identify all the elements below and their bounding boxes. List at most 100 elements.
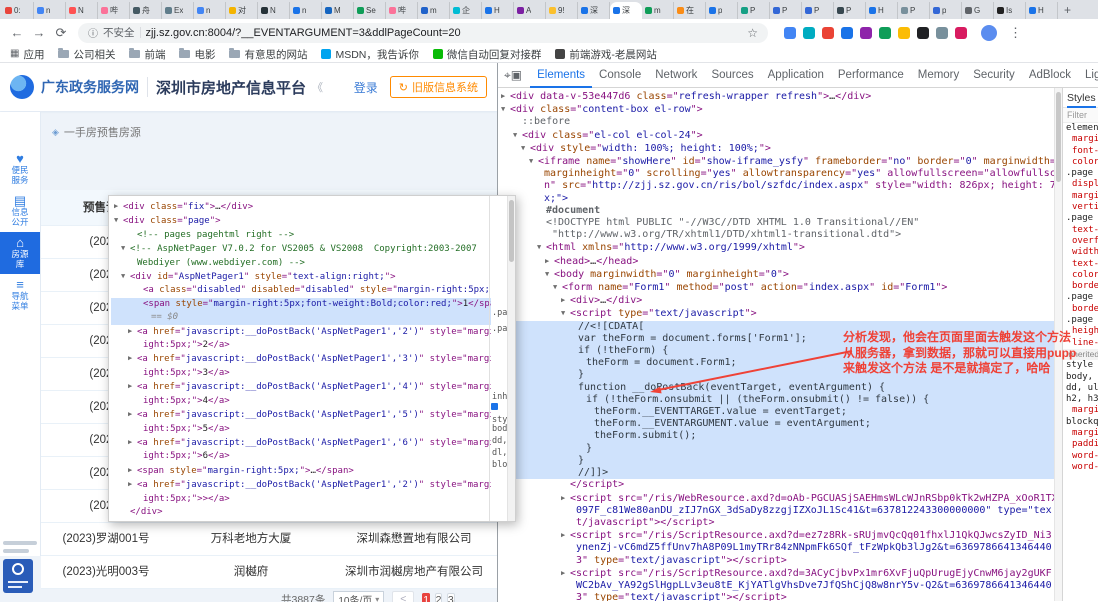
code-line[interactable]: </div> [111,506,491,519]
code-line[interactable]: ▶<a href="javascript:__doPostBack('AspNe… [111,380,491,394]
code-line[interactable]: ▼<div id="AspNetPager1" style="text-alig… [111,270,491,284]
forward-icon[interactable]: → [30,25,48,40]
extension-icon[interactable] [917,27,929,39]
code-line[interactable]: ▼<div class="el-col el-col-24"> [498,129,1054,142]
extension-icon[interactable] [898,27,910,39]
scrollbar-thumb[interactable] [1056,92,1061,182]
bookmark-item[interactable]: MSDN，我告诉你 [321,47,418,62]
bookmark-item[interactable]: ▦应用 [10,47,44,62]
code-line[interactable]: 3" type="text/javascript"></script> [498,592,1054,601]
page-button[interactable]: 1 [422,593,430,602]
browser-tab[interactable]: A [514,2,546,19]
collapse-chevron-icon[interactable]: 《 [312,79,323,95]
bookmark-item[interactable]: 前端游戏-老晨网站 [555,47,657,62]
code-line[interactable]: ▶<script src="/ris/WebResource.axd?d=oAb… [498,492,1054,505]
devtools-tab-console[interactable]: Console [592,63,648,88]
code-line[interactable]: function __doPostBack(eventTarget, event… [498,382,1054,394]
code-line[interactable]: ▶<div class="fix">…</div> [111,200,491,214]
code-line[interactable]: ▶<script src="/ris/ScriptResource.axd?d=… [498,567,1054,580]
browser-tab[interactable]: P [834,2,866,19]
code-line[interactable]: ::before [498,116,1054,128]
code-line[interactable]: ▶<a href="javascript:__doPostBack('AspNe… [111,436,491,450]
extension-icon[interactable] [822,27,834,39]
extension-icon[interactable] [955,27,967,39]
table-row[interactable]: (2023)罗湖001号万科老地方大厦深圳森懋置地有限公司 [41,523,497,556]
expand-arrow-icon[interactable]: ▶ [561,294,570,306]
styles-tab[interactable]: Styles [1067,88,1096,108]
url-text[interactable]: zjj.sz.gov.cn:8004/?__EVENTARGUMENT=3&dd… [146,27,743,39]
expand-arrow-icon[interactable]: ▶ [128,478,137,491]
expand-arrow-icon[interactable]: ▼ [513,129,522,141]
code-line[interactable]: <!-- pages pagehtml right --> [111,229,491,242]
prev-page-button[interactable]: < [392,591,414,602]
code-line[interactable]: ▶<span style="margin-right:5px;">…</span… [111,464,491,478]
code-line[interactable]: ▼<iframe name="showHere" id="show-iframe… [498,155,1054,168]
browser-tab[interactable]: N [258,2,290,19]
code-line[interactable]: "http://www.w3.org/TR/xhtml1/DTD/xhtml1-… [498,229,1054,241]
page-button[interactable]: 3 [447,593,455,602]
bookmark-star-icon[interactable]: ☆ [747,26,758,40]
code-line[interactable]: x;"> [498,193,1054,205]
code-line[interactable]: ▼<body marginwidth="0" marginheight="0"> [498,268,1054,281]
code-line[interactable]: ▶<a href="javascript:__doPostBack('AspNe… [111,325,491,339]
expand-arrow-icon[interactable]: ▼ [561,307,570,319]
reload-icon[interactable]: ⟳ [52,25,70,41]
code-line[interactable]: </script> [498,479,1054,491]
expand-arrow-icon[interactable]: ▼ [537,241,546,253]
expand-arrow-icon[interactable]: ▶ [128,325,137,338]
expand-arrow-icon[interactable]: ▶ [128,436,137,449]
code-line[interactable]: Webdiyer (www.webdiyer.com) --> [111,257,491,270]
browser-tab[interactable]: H [866,2,898,19]
code-line[interactable]: t/javascript"></script> [498,517,1054,529]
browser-tab[interactable]: Ex [162,2,194,19]
legacy-system-button[interactable]: ↻ 旧版信息系统 [390,76,487,98]
devtools-tab-lighthouse[interactable]: Lighthouse [1078,63,1098,88]
code-line[interactable]: ▶<a href="javascript:__doPostBack('AspNe… [111,408,491,422]
browser-tab[interactable]: 对 [226,2,258,19]
code-line[interactable]: ▼<div class="content-box el-row"> [498,103,1054,116]
code-line[interactable]: n" src="http://zjj.sz.gov.cn/ris/bol/szf… [498,180,1054,192]
browser-tab[interactable]: p [706,2,738,19]
bookmark-item[interactable]: 公司相关 [58,47,115,62]
page-button[interactable]: 2 [435,593,443,602]
inspect-icon[interactable]: ⌖ [504,68,511,83]
browser-tab[interactable]: 9! [546,2,578,19]
sidebar-item-convenience-service[interactable]: ♥便民服务 [0,148,40,190]
code-line[interactable]: 097F_c81We80anDU_zIJ7nGX_3dSaDy8zzgjIZXo… [498,505,1054,517]
code-line[interactable]: //]]> [498,467,1054,479]
code-line[interactable]: theForm.__EVENTTARGET.value = eventTarge… [498,406,1054,418]
devtools-tab-network[interactable]: Network [648,63,704,88]
browser-tab[interactable]: 哔 [386,2,418,19]
code-line[interactable]: <!DOCTYPE html PUBLIC "-//W3C//DTD XHTML… [498,217,1054,229]
code-line[interactable]: ight:5px;">5</a> [111,423,491,436]
browser-tab[interactable]: n [34,2,66,19]
expand-arrow-icon[interactable]: ▼ [529,155,538,167]
code-line[interactable]: #document [498,205,1054,217]
code-line[interactable]: ▼<!-- AspNetPager V7.0.2 for VS2005 & VS… [111,242,491,256]
expand-arrow-icon[interactable]: ▶ [561,529,570,541]
browser-tab[interactable]: m [642,2,674,19]
info-icon[interactable]: ⓘ [88,25,98,40]
browser-tab[interactable]: m [418,2,450,19]
code-line[interactable]: ▶<a href="javascript:__doPostBack('AspNe… [111,478,491,492]
code-line[interactable]: 3" type="text/javascript"></script> [498,555,1054,567]
browser-tab[interactable]: p [930,2,962,19]
code-line[interactable]: == $0 [111,311,491,324]
browser-menu-icon[interactable]: ⋮ [1009,25,1022,41]
cert-cell[interactable]: (2023)光明003号 [41,556,171,588]
extension-icon[interactable] [841,27,853,39]
cert-cell[interactable]: (2023)罗湖001号 [41,523,171,555]
page-size-select[interactable]: 10条/页 ▾ [333,591,384,602]
devtools-tab-performance[interactable]: Performance [831,63,911,88]
browser-tab[interactable]: Se [354,2,386,19]
code-line[interactable]: } [498,443,1054,455]
devtools-tab-memory[interactable]: Memory [911,63,967,88]
browser-tab[interactable]: 舟 [130,2,162,19]
browser-tab[interactable]: H [1026,2,1058,19]
expand-arrow-icon[interactable]: ▼ [553,281,562,293]
code-line[interactable]: ▶<head>…</head> [498,255,1054,268]
browser-tab[interactable]: 深 [578,2,610,19]
sidebar-item-housing-library[interactable]: ⌂房源库 [0,232,40,274]
code-line[interactable]: <span style="margin-right:5px;font-weigh… [111,298,491,311]
device-toolbar-icon[interactable]: ▣ [511,68,522,82]
